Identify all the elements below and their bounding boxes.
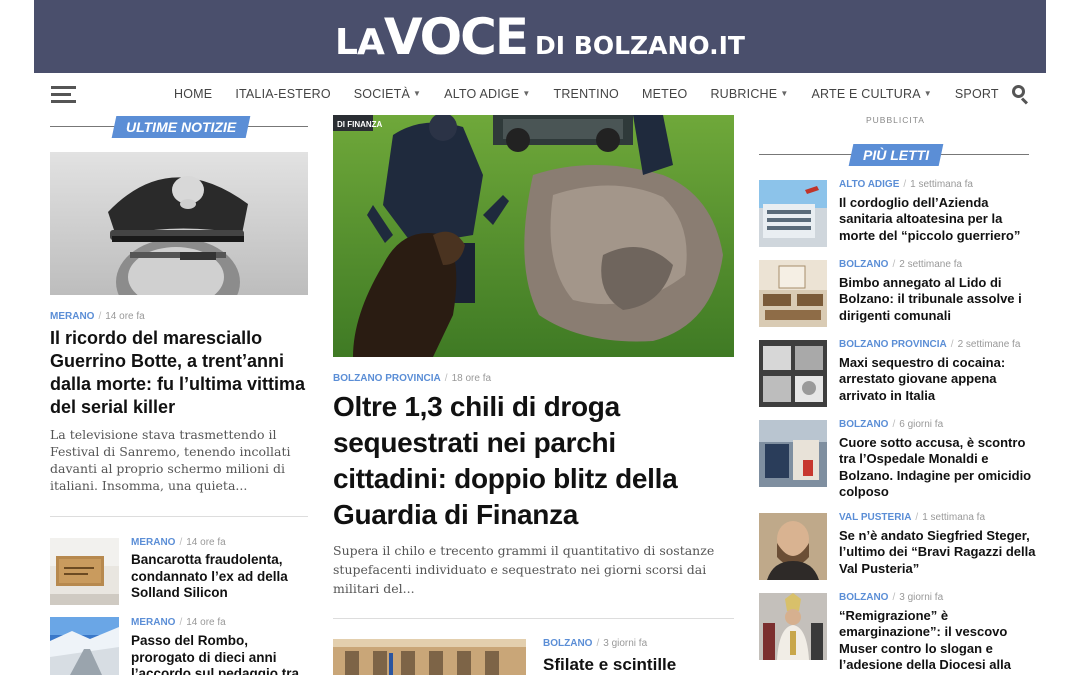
time-label: 3 giorni fa [899, 592, 944, 603]
right-item-image[interactable] [759, 420, 827, 487]
piu-letti-heading: PIÙ LETTI [759, 144, 1029, 166]
main-article-meta: BOLZANO PROVINCIA/18 ore fa [333, 373, 492, 384]
nav-label: RUBRICHE [710, 87, 778, 101]
nav-item-societa[interactable]: SOCIETÀ ▼ [354, 87, 421, 101]
time-label: 1 settimana fa [910, 179, 973, 190]
right-item-image[interactable] [759, 513, 827, 580]
right-item-title[interactable]: Se n’è andato Siegfried Steger, l’ultimo… [839, 528, 1039, 577]
left-item-meta: MERANO/14 ore fa [131, 537, 226, 548]
nav-label: ITALIA-ESTERO [235, 87, 331, 101]
right-item-title[interactable]: “Remigrazione” è emarginazione”: il vesc… [839, 608, 1039, 673]
time-label: 14 ore fa [186, 617, 226, 628]
chevron-down-icon: ▼ [522, 89, 531, 98]
nav-label: TRENTINO [553, 87, 619, 101]
right-item-meta: BOLZANO/6 giorni fa [839, 419, 944, 430]
left-lead-excerpt: La televisione stava trasmettendo il Fes… [50, 427, 291, 493]
time-label: 14 ore fa [105, 311, 145, 322]
section-title: PIÙ LETTI [863, 147, 930, 163]
right-item-image[interactable] [759, 340, 827, 407]
chevron-down-icon: ▼ [923, 89, 932, 98]
chevron-down-icon: ▼ [780, 89, 789, 98]
nav-item-italia-estero[interactable]: ITALIA-ESTERO [235, 87, 330, 101]
category-label[interactable]: BOLZANO [839, 259, 888, 270]
time-label: 14 ore fa [186, 537, 226, 548]
chevron-down-icon: ▼ [413, 89, 422, 98]
right-item-title[interactable]: Bimbo annegato al Lido di Bolzano: il tr… [839, 275, 1039, 324]
nav-item-rubriche[interactable]: RUBRICHE ▼ [710, 87, 788, 101]
right-item-meta: BOLZANO PROVINCIA/2 settimane fa [839, 339, 1021, 350]
main-navigation: HOME ITALIA-ESTERO SOCIETÀ ▼ ALTO ADIGE ▼ … [34, 73, 1046, 115]
divider [333, 618, 734, 619]
category-label[interactable]: BOLZANO [839, 419, 888, 430]
logo-domain: DI BOLZANO.IT [535, 30, 745, 60]
nav-item-home[interactable]: HOME [174, 87, 212, 101]
left-lead-title[interactable]: Il ricordo del maresciallo Guerrino Bott… [50, 327, 310, 419]
nav-item-meteo[interactable]: METEO [642, 87, 687, 101]
nav-item-sport[interactable]: SPORT [955, 87, 999, 101]
hamburger-menu-icon[interactable] [51, 86, 76, 103]
time-label: 1 settimana fa [922, 512, 986, 523]
right-item-image[interactable] [759, 180, 827, 247]
left-item-image[interactable] [50, 538, 119, 605]
right-item-title[interactable]: Maxi sequestro di cocaina: arrestato gio… [839, 355, 1039, 404]
nav-item-arte-e-cultura[interactable]: ARTE E CULTURA ▼ [811, 87, 931, 101]
section-tag: PIÙ LETTI [848, 144, 944, 166]
time-label: 2 settimane fa [957, 339, 1021, 350]
site-header: LA VOCE DI BOLZANO.IT [34, 0, 1046, 73]
ultime-notizie-heading: ULTIME NOTIZIE [50, 116, 308, 138]
right-item-meta: VAL PUSTERIA/1 settimana fa [839, 512, 986, 523]
category-label[interactable]: BOLZANO [543, 638, 592, 649]
main-next-meta: BOLZANO/3 giorni fa [543, 638, 648, 649]
main-next-image[interactable] [333, 639, 526, 675]
nav-label: HOME [174, 87, 213, 101]
left-lead-image[interactable] [50, 152, 308, 295]
right-item-meta: ALTO ADIGE/1 settimana fa [839, 179, 973, 190]
category-label[interactable]: ALTO ADIGE [839, 179, 899, 190]
left-item-title[interactable]: Passo del Rombo, prorogato di dieci anni… [131, 633, 306, 675]
image-caption: DI FINANZA [337, 120, 383, 129]
category-label[interactable]: MERANO [131, 537, 175, 548]
category-label[interactable]: BOLZANO [839, 592, 888, 603]
nav-menu: HOME ITALIA-ESTERO SOCIETÀ ▼ ALTO ADIGE ▼ … [174, 73, 1022, 115]
main-article-image[interactable]: DI FINANZA [333, 115, 734, 357]
left-item-image[interactable] [50, 617, 119, 675]
nav-label: ARTE E CULTURA [811, 87, 921, 101]
time-label: 3 giorni fa [603, 638, 648, 649]
section-title: ULTIME NOTIZIE [126, 119, 237, 135]
right-item-image[interactable] [759, 260, 827, 327]
main-article-excerpt: Supera il chilo e trecento grammi il qua… [333, 543, 715, 596]
site-logo[interactable]: LA VOCE DI BOLZANO.IT [335, 12, 745, 62]
nav-label: SOCIETÀ [353, 87, 411, 101]
section-tag: ULTIME NOTIZIE [111, 116, 251, 138]
right-item-meta: BOLZANO/3 giorni fa [839, 592, 944, 603]
logo-voce: VOCE [383, 7, 529, 66]
nav-label: METEO [641, 87, 688, 101]
time-label: 2 settimane fa [899, 259, 963, 270]
category-label[interactable]: MERANO [50, 311, 94, 322]
category-label[interactable]: MERANO [131, 617, 175, 628]
category-label[interactable]: VAL PUSTERIA [839, 512, 911, 523]
search-icon[interactable] [1012, 85, 1030, 105]
left-lead-meta: MERANO/14 ore fa [50, 311, 145, 322]
divider [50, 516, 308, 517]
left-item-title[interactable]: Bancarotta fraudolenta, condannato l’ex … [131, 552, 306, 602]
main-next-title[interactable]: Sfilate e scintille [543, 655, 733, 675]
right-item-title[interactable]: Cuore sotto accusa, è scontro tra l’Ospe… [839, 435, 1039, 500]
logo-la: LA [335, 21, 385, 63]
right-item-meta: BOLZANO/2 settimane fa [839, 259, 963, 270]
left-item-meta: MERANO/14 ore fa [131, 617, 226, 628]
time-label: 6 giorni fa [899, 419, 944, 430]
nav-label: SPORT [954, 87, 999, 101]
right-item-image[interactable] [759, 593, 827, 660]
category-label[interactable]: BOLZANO PROVINCIA [839, 339, 947, 350]
right-item-title[interactable]: Il cordoglio dell’Azienda sanitaria alto… [839, 195, 1039, 244]
ad-label: PUBBLICITA [866, 115, 925, 125]
nav-item-trentino[interactable]: TRENTINO [553, 87, 619, 101]
time-label: 18 ore fa [451, 373, 492, 384]
category-label[interactable]: BOLZANO PROVINCIA [333, 373, 441, 384]
nav-item-alto-adige[interactable]: ALTO ADIGE ▼ [444, 87, 530, 101]
main-article-title[interactable]: Oltre 1,3 chili di droga sequestrati nei… [333, 389, 733, 533]
nav-label: ALTO ADIGE [444, 87, 520, 101]
